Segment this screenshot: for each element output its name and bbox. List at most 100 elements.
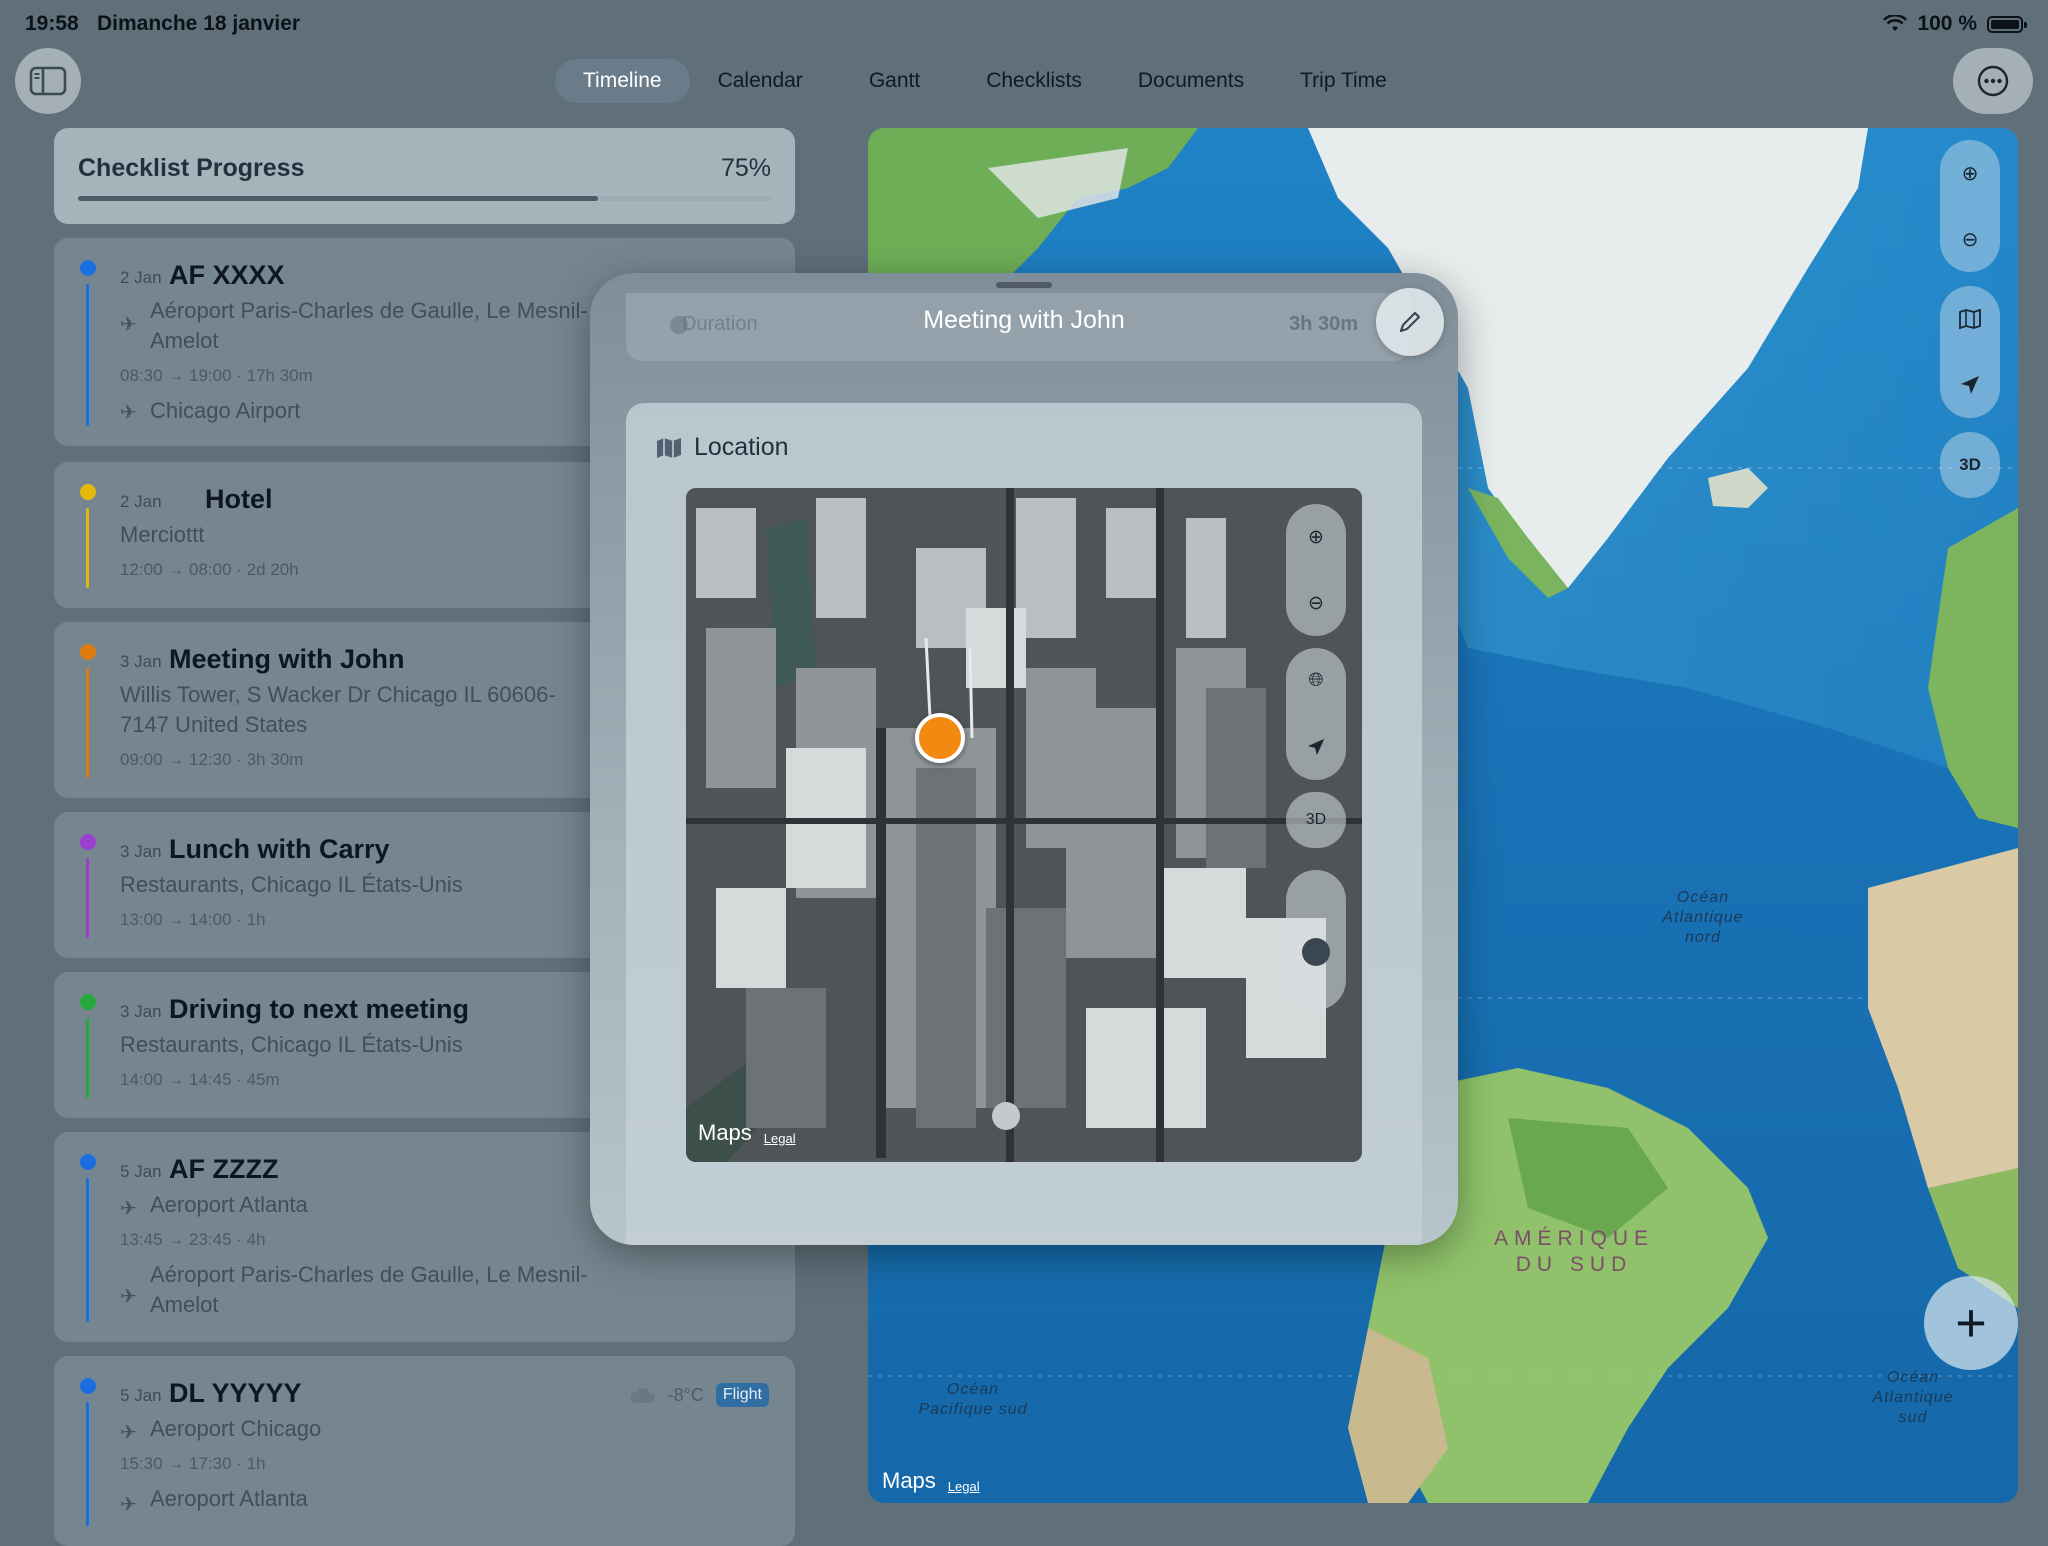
tab-trip-time[interactable]: Trip Time	[1272, 59, 1415, 103]
tab-gantt[interactable]: Gantt	[831, 59, 958, 103]
event-color-bar	[86, 668, 89, 778]
event-color-bar	[86, 508, 89, 588]
event-color-dot	[80, 1378, 96, 1394]
event-times: 13:45 → 23:45 · 4h	[120, 1230, 266, 1249]
sat-pitch-slider[interactable]	[1286, 870, 1346, 1010]
event-name: Lunch with Carry	[169, 834, 390, 864]
world-map-attribution: Maps Legal	[882, 1468, 980, 1494]
tab-calendar[interactable]: Calendar	[690, 59, 831, 103]
map-zoom-controls: ⊕ ⊖	[1940, 140, 2000, 272]
checklist-progress-card[interactable]: Checklist Progress 75%	[54, 128, 795, 224]
tab-checklists[interactable]: Checklists	[958, 59, 1110, 103]
sat-pitch-knob[interactable]	[1302, 938, 1330, 966]
event-color-bar	[86, 1178, 89, 1322]
map-locate-button[interactable]	[1940, 352, 2000, 418]
status-time: 19:58	[25, 12, 79, 35]
event-times: 14:00 → 14:45 · 45m	[120, 1070, 280, 1089]
more-button[interactable]	[1953, 48, 2033, 114]
sat-zoom-out-button[interactable]: ⊖	[1286, 570, 1346, 636]
event-date: 3 Jan	[120, 1002, 162, 1021]
sheet-grabber[interactable]	[996, 282, 1052, 288]
status-bar: 19:58 Dimanche 18 janvier 100 %	[0, 0, 2048, 48]
event-arrival: Aéroport Paris-Charles de Gaulle, Le Mes…	[150, 1262, 588, 1317]
checklist-progress-percent: 75%	[720, 154, 771, 182]
status-right: 100 %	[1883, 12, 2027, 36]
event-arrival: Aeroport Atlanta	[150, 1486, 308, 1511]
battery-percent: 100 %	[1917, 12, 1977, 35]
timeline-event-dl-yyyyy[interactable]: 5 Jan DL YYYYY -8°C Flight ✈ Aeroport Ch…	[54, 1356, 795, 1546]
event-departure: Aeroport Chicago	[150, 1416, 322, 1441]
event-location: Willis Tower, S Wacker Dr Chicago IL 606…	[120, 682, 556, 737]
ellipsis-circle-icon	[1977, 65, 2009, 97]
event-type-badge: Flight	[715, 1383, 769, 1407]
event-date: 5 Jan	[120, 1386, 162, 1405]
event-name: Meeting with John	[169, 644, 405, 674]
event-color-dot	[80, 644, 96, 660]
map-icon	[1959, 309, 1981, 329]
event-departure: Aéroport Paris-Charles de Gaulle, Le Mes…	[150, 298, 588, 353]
event-color-bar	[86, 284, 89, 426]
event-location: Merciottt	[120, 522, 205, 547]
sidebar-toggle-button[interactable]	[15, 48, 81, 114]
world-map-legal-link[interactable]: Legal	[948, 1479, 980, 1494]
event-name: AF XXXX	[169, 260, 285, 290]
location-pin[interactable]	[915, 713, 965, 763]
location-satellite-map[interactable]: ⊕ ⊖ 🌐︎ 3D Maps Legal	[686, 488, 1362, 1162]
sidebar-toggle-icon	[29, 66, 67, 96]
takeoff-icon: ✈	[120, 314, 137, 336]
zoom-in-icon: ⊕	[1308, 526, 1324, 548]
edit-button[interactable]	[1376, 288, 1444, 356]
event-departure: Aeroport Atlanta	[150, 1192, 308, 1217]
zoom-out-icon: ⊖	[1961, 228, 1979, 251]
event-name: Hotel	[205, 484, 273, 514]
sat-map-attribution: Maps Legal	[698, 1120, 796, 1146]
event-color-dot	[80, 834, 96, 850]
event-times: 13:00 → 14:00 · 1h	[120, 910, 266, 929]
event-date: 3 Jan	[120, 652, 162, 671]
event-name: AF ZZZZ	[169, 1154, 279, 1184]
add-event-button[interactable]: +	[1924, 1276, 2018, 1370]
sat-globe-button[interactable]: 🌐︎	[1286, 648, 1346, 714]
sat-mode-controls: 🌐︎	[1286, 648, 1346, 780]
sat-3d-button[interactable]: 3D	[1286, 792, 1346, 848]
battery-icon	[1987, 15, 2027, 33]
checklist-progress-bar	[78, 196, 771, 201]
pencil-icon	[1399, 311, 1421, 333]
takeoff-icon: ✈	[120, 1198, 137, 1220]
event-location: Restaurants, Chicago IL États-Unis	[120, 872, 463, 897]
checklist-progress-fill	[78, 196, 598, 201]
event-meta: -8°C Flight	[628, 1383, 769, 1407]
zoom-out-icon: ⊖	[1308, 592, 1324, 614]
checklist-progress-title: Checklist Progress	[78, 154, 305, 182]
sat-map-legal-link[interactable]: Legal	[764, 1131, 796, 1146]
sheet-title: Meeting with John	[923, 306, 1125, 334]
map-zoom-out-button[interactable]: ⊖	[1940, 206, 2000, 272]
landing-icon: ✈	[120, 1494, 137, 1516]
tab-documents[interactable]: Documents	[1110, 59, 1272, 103]
map-3d-button[interactable]: 3D	[1940, 432, 2000, 498]
location-card: Location ⊕ ⊖ 🌐︎ 3D Maps Legal	[626, 403, 1422, 1245]
zoom-in-icon: ⊕	[1961, 162, 1979, 185]
event-times: 15:30 → 17:30 · 1h	[120, 1454, 266, 1473]
status-date: Dimanche 18 janvier	[97, 12, 301, 35]
event-arrival: Chicago Airport	[150, 398, 301, 423]
sat-locate-button[interactable]	[1286, 714, 1346, 780]
event-color-bar	[86, 858, 89, 938]
event-color-bar	[86, 1402, 89, 1526]
event-date: 3 Jan	[120, 842, 162, 861]
map-zoom-in-button[interactable]: ⊕	[1940, 140, 2000, 206]
map-mode-controls	[1940, 286, 2000, 418]
event-detail-sheet: Duration 3h 30m Meeting with John Locati…	[590, 273, 1458, 1245]
apple-maps-logo: Maps	[882, 1468, 936, 1493]
event-color-dot	[80, 260, 96, 276]
wifi-icon	[1883, 15, 1908, 31]
sat-zoom-in-button[interactable]: ⊕	[1286, 504, 1346, 570]
plus-icon: +	[1955, 1293, 1987, 1353]
map-mode-button[interactable]	[1940, 286, 2000, 352]
tab-timeline[interactable]: Timeline	[555, 59, 690, 103]
map-3d-control: 3D	[1940, 432, 2000, 498]
event-color-dot	[80, 994, 96, 1010]
event-color-bar	[86, 1018, 89, 1098]
event-date: 2 Jan	[120, 492, 162, 511]
location-arrow-icon	[1961, 376, 1979, 394]
